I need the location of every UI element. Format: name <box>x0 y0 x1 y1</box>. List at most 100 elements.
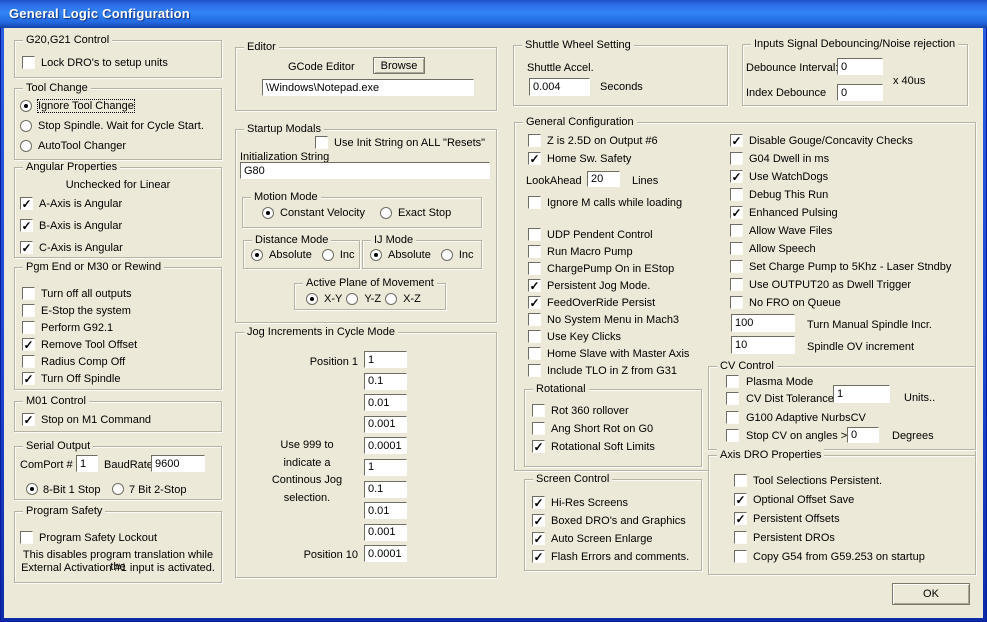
radio-button[interactable] <box>262 207 274 219</box>
checkbox-row[interactable]: ✓Auto Screen Enlarge <box>532 532 689 545</box>
use-init-string-checkbox[interactable] <box>315 136 328 149</box>
checkbox[interactable] <box>528 196 541 209</box>
checkbox[interactable] <box>730 260 743 273</box>
checkbox-row[interactable]: ✓Use WatchDogs <box>730 170 951 183</box>
checkbox[interactable]: ✓ <box>734 493 747 506</box>
checkbox-row[interactable]: Perform G92.1 <box>22 321 137 334</box>
comport-input[interactable] <box>76 455 98 472</box>
checkbox-row[interactable]: Tool Selections Persistent. <box>734 474 925 487</box>
radio-button[interactable] <box>322 249 334 261</box>
checkbox[interactable]: ✓ <box>20 241 33 254</box>
checkbox[interactable] <box>20 531 33 544</box>
checkbox[interactable] <box>22 56 35 69</box>
g100-adaptive-nurbscv-checkbox[interactable] <box>726 411 739 424</box>
radio-button[interactable] <box>370 249 382 261</box>
checkbox-row[interactable]: Use OUTPUT20 as Dwell Trigger <box>730 278 951 291</box>
radio-row[interactable]: Absolute <box>370 248 431 261</box>
checkbox[interactable] <box>22 355 35 368</box>
checkbox-row[interactable]: Rot 360 rollover <box>532 404 655 417</box>
checkbox-row[interactable]: ✓Persistent Jog Mode. <box>528 279 689 292</box>
jog-increment-input-5[interactable] <box>364 437 407 454</box>
checkbox-row[interactable]: Use Key Clicks <box>528 330 689 343</box>
checkbox[interactable] <box>528 364 541 377</box>
checkbox-row[interactable]: Home Slave with Master Axis <box>528 347 689 360</box>
checkbox-row[interactable]: Include TLO in Z from G31 <box>528 364 689 377</box>
checkbox-row[interactable]: ✓FeedOverRide Persist <box>528 296 689 309</box>
jog-increment-input-8[interactable] <box>364 502 407 519</box>
checkbox-row[interactable]: No System Menu in Mach3 <box>528 313 689 326</box>
index-debounce-input[interactable] <box>837 84 883 101</box>
stop-cv-on-angles-label[interactable]: Stop CV on angles > <box>746 430 847 442</box>
serial-7bit-radio[interactable] <box>112 483 124 495</box>
checkbox[interactable] <box>734 550 747 563</box>
checkbox-row[interactable]: Persistent DROs <box>734 531 925 544</box>
checkbox-row[interactable]: ✓Home Sw. Safety <box>528 152 658 165</box>
checkbox[interactable] <box>528 134 541 147</box>
checkbox-row[interactable]: ✓Enhanced Pulsing <box>730 206 951 219</box>
checkbox[interactable]: ✓ <box>528 152 541 165</box>
checkbox-row[interactable]: ✓Rotational Soft Limits <box>532 440 655 453</box>
checkbox[interactable] <box>528 245 541 258</box>
plasma-mode-label[interactable]: Plasma Mode <box>746 376 813 388</box>
checkbox-row[interactable]: ✓Remove Tool Offset <box>22 338 137 351</box>
checkbox[interactable]: ✓ <box>730 170 743 183</box>
checkbox-row[interactable]: ✓Turn Off Spindle <box>22 372 137 385</box>
checkbox-row[interactable]: ✓Flash Errors and comments. <box>532 550 689 563</box>
cv-dist-tolerance-input[interactable] <box>833 385 890 403</box>
checkbox[interactable] <box>730 152 743 165</box>
spindle-ov-increment-input[interactable] <box>731 336 795 354</box>
checkbox[interactable]: ✓ <box>22 338 35 351</box>
radio-row[interactable]: Inc <box>441 248 474 261</box>
serial-8bit-label[interactable]: 8-Bit 1 Stop <box>43 484 100 496</box>
checkbox[interactable] <box>730 188 743 201</box>
checkbox-row[interactable]: Set Charge Pump to 5Khz - Laser Stndby <box>730 260 951 273</box>
radio-row[interactable]: Exact Stop <box>380 206 451 219</box>
baudrate-input[interactable] <box>151 455 205 472</box>
checkbox-row[interactable]: Z is 2.5D on Output #6 <box>528 134 658 147</box>
jog-increment-input-4[interactable] <box>364 416 407 433</box>
jog-increment-input-9[interactable] <box>364 524 407 541</box>
radio-button[interactable] <box>20 120 32 132</box>
initialization-string-input[interactable] <box>240 162 490 179</box>
checkbox-row[interactable]: Allow Speech <box>730 242 951 255</box>
radio-row[interactable]: Y-Z <box>346 292 381 305</box>
cv-dist-tolerance-label[interactable]: CV Dist Tolerance <box>746 393 834 405</box>
checkbox-row[interactable]: No FRO on Queue <box>730 296 951 309</box>
checkbox-row[interactable]: E-Stop the system <box>22 304 137 317</box>
radio-row[interactable]: Ignore Tool Change <box>20 99 204 112</box>
use-init-string-label[interactable]: Use Init String on ALL "Resets" <box>334 137 485 149</box>
jog-increment-input-6[interactable] <box>364 459 407 476</box>
radio-button[interactable] <box>20 140 32 152</box>
checkbox-row[interactable]: G04 Dwell in ms <box>730 152 951 165</box>
checkbox-row[interactable]: UDP Pendent Control <box>528 228 689 241</box>
jog-increment-input-10[interactable] <box>364 545 407 562</box>
checkbox-row[interactable]: ✓B-Axis is Angular <box>20 219 123 232</box>
radio-button[interactable] <box>251 249 263 261</box>
checkbox-row[interactable]: ✓Stop on M1 Command <box>22 413 151 426</box>
radio-row[interactable]: Stop Spindle. Wait for Cycle Start. <box>20 119 204 132</box>
checkbox[interactable] <box>734 531 747 544</box>
cv-dist-tolerance-checkbox[interactable] <box>726 392 739 405</box>
checkbox-row[interactable]: ✓A-Axis is Angular <box>20 197 123 210</box>
checkbox[interactable] <box>528 228 541 241</box>
checkbox-row[interactable]: Ang Short Rot on G0 <box>532 422 655 435</box>
radio-row[interactable]: Inc <box>322 248 355 261</box>
checkbox-row[interactable]: ✓Boxed DRO's and Graphics <box>532 514 689 527</box>
checkbox-row[interactable]: ✓Optional Offset Save <box>734 493 925 506</box>
browse-button[interactable]: Browse <box>373 57 425 74</box>
checkbox-row[interactable]: Radius Comp Off <box>22 355 137 368</box>
checkbox-row[interactable]: Turn off all outputs <box>22 287 137 300</box>
radio-button[interactable] <box>306 293 318 305</box>
checkbox[interactable] <box>730 278 743 291</box>
radio-button[interactable] <box>441 249 453 261</box>
checkbox[interactable]: ✓ <box>734 512 747 525</box>
checkbox[interactable]: ✓ <box>532 532 545 545</box>
jog-increment-input-7[interactable] <box>364 481 407 498</box>
radio-row[interactable]: X-Z <box>385 292 421 305</box>
checkbox-row[interactable]: Program Safety Lockout <box>20 531 157 544</box>
ok-button[interactable]: OK <box>892 583 970 605</box>
checkbox[interactable]: ✓ <box>730 134 743 147</box>
radio-row[interactable]: Constant Velocity <box>262 206 365 219</box>
serial-7bit-label[interactable]: 7 Bit 2-Stop <box>129 484 186 496</box>
checkbox[interactable] <box>528 347 541 360</box>
